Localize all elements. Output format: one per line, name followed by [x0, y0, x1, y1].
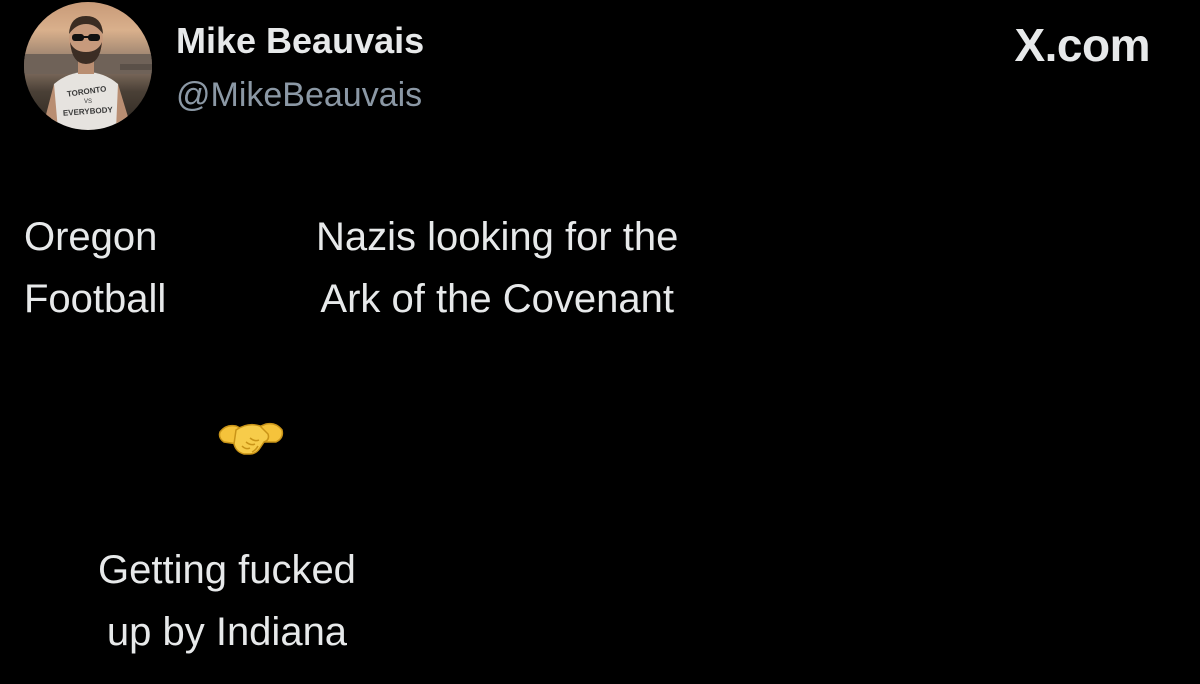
sunglasses-right-lens — [88, 34, 100, 41]
avatar[interactable]: TORONTO VS EVERYBODY — [24, 2, 152, 130]
meme-right-label-line-1: Nazis looking for the — [316, 215, 679, 259]
meme-right-label: Nazis looking for the Ark of the Covenan… — [316, 206, 678, 330]
handshake-icon — [218, 414, 284, 462]
meme-left-label-line-1: Oregon — [24, 215, 158, 259]
author-handle[interactable]: @MikeBeauvais — [176, 76, 422, 115]
sunglasses-bridge — [83, 36, 89, 38]
meme-bottom-label-line-1: Getting fucked — [98, 548, 356, 592]
meme-bottom-label-line-2: up by Indiana — [106, 610, 348, 654]
avatar-shirt-line-2: VS — [84, 99, 92, 105]
meme-left-label-line-2: Football — [24, 277, 167, 321]
meme-bottom-label: Getting fucked up by Indiana — [98, 539, 356, 663]
right-arm — [116, 84, 132, 130]
meme-right-label-line-2: Ark of the Covenant — [320, 277, 674, 321]
meme-left-label: Oregon Football — [24, 206, 166, 330]
x-com-brand-label: X.com — [1014, 19, 1150, 71]
author-display-name[interactable]: Mike Beauvais — [176, 20, 424, 62]
avatar-photo: TORONTO VS EVERYBODY — [24, 16, 152, 130]
sunglasses-left-lens — [72, 34, 84, 41]
railing — [120, 64, 152, 70]
